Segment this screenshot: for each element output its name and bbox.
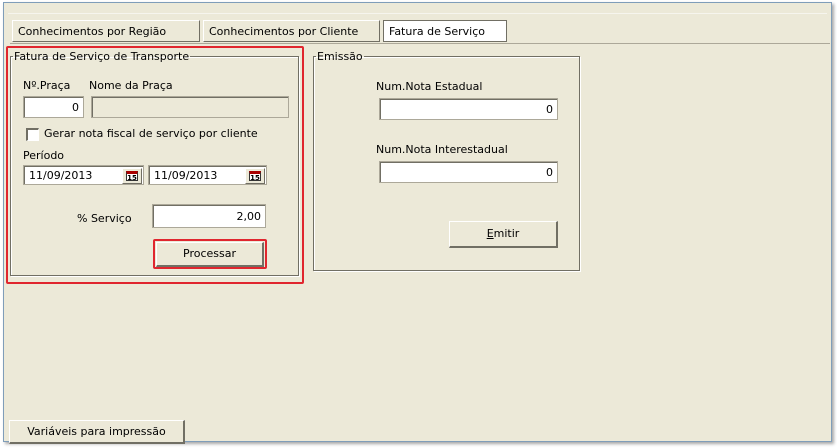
calendar-icon: 15 — [249, 171, 261, 182]
emitir-accelerator: E — [486, 227, 494, 240]
date-to-picker-button[interactable]: 15 — [245, 168, 265, 184]
nota-interestadual-label: Num.Nota Interestadual — [376, 143, 508, 156]
date-from-value: 11/09/2013 — [29, 169, 93, 182]
servico-label: % Serviço — [77, 212, 132, 225]
tab-label: Conhecimentos por Cliente — [209, 25, 359, 38]
tab-label: Conhecimentos por Região — [18, 25, 167, 38]
tab-fatura-servico[interactable]: Fatura de Serviço — [383, 20, 507, 42]
tab-conhecimentos-regiao[interactable]: Conhecimentos por Região — [12, 20, 200, 42]
date-from-picker-button[interactable]: 15 — [122, 168, 142, 184]
date-from-input[interactable]: 11/09/2013 15 — [23, 165, 144, 185]
num-praca-label: Nº.Praça — [23, 79, 71, 92]
num-praca-input[interactable]: 0 — [23, 96, 84, 118]
variaveis-impressao-button[interactable]: Variáveis para impressão — [9, 420, 185, 444]
nome-praca-field — [91, 96, 289, 118]
emissao-group-legend: Emissão — [317, 50, 363, 63]
variaveis-label: Variáveis para impressão — [27, 425, 166, 438]
emitir-button[interactable]: Emitir — [449, 221, 558, 248]
gerar-nota-checkbox[interactable] — [26, 128, 39, 141]
application-window: Conhecimentos por Região Conhecimentos p… — [3, 2, 832, 444]
servico-input[interactable]: 2,00 — [152, 204, 266, 228]
top-divider — [8, 13, 827, 14]
nome-praca-label: Nome da Praça — [89, 79, 173, 92]
tab-conhecimentos-cliente[interactable]: Conhecimentos por Cliente — [203, 20, 380, 42]
nota-estadual-label: Num.Nota Estadual — [376, 80, 483, 93]
nota-estadual-input[interactable]: 0 — [379, 98, 558, 120]
nota-interestadual-input[interactable]: 0 — [379, 161, 558, 183]
gerar-nota-label: Gerar nota fiscal de serviço por cliente — [44, 127, 258, 140]
emitir-label: mitir — [493, 227, 520, 240]
tab-label: Fatura de Serviço — [389, 25, 485, 38]
date-to-value: 11/09/2013 — [154, 169, 218, 182]
tab-panel: Fatura de Serviço de Transporte Nº.Praça… — [6, 43, 830, 412]
date-to-input[interactable]: 11/09/2013 15 — [148, 165, 267, 185]
periodo-label: Período — [23, 149, 65, 162]
highlight-box-processar — [153, 239, 267, 269]
calendar-icon: 15 — [126, 171, 138, 182]
